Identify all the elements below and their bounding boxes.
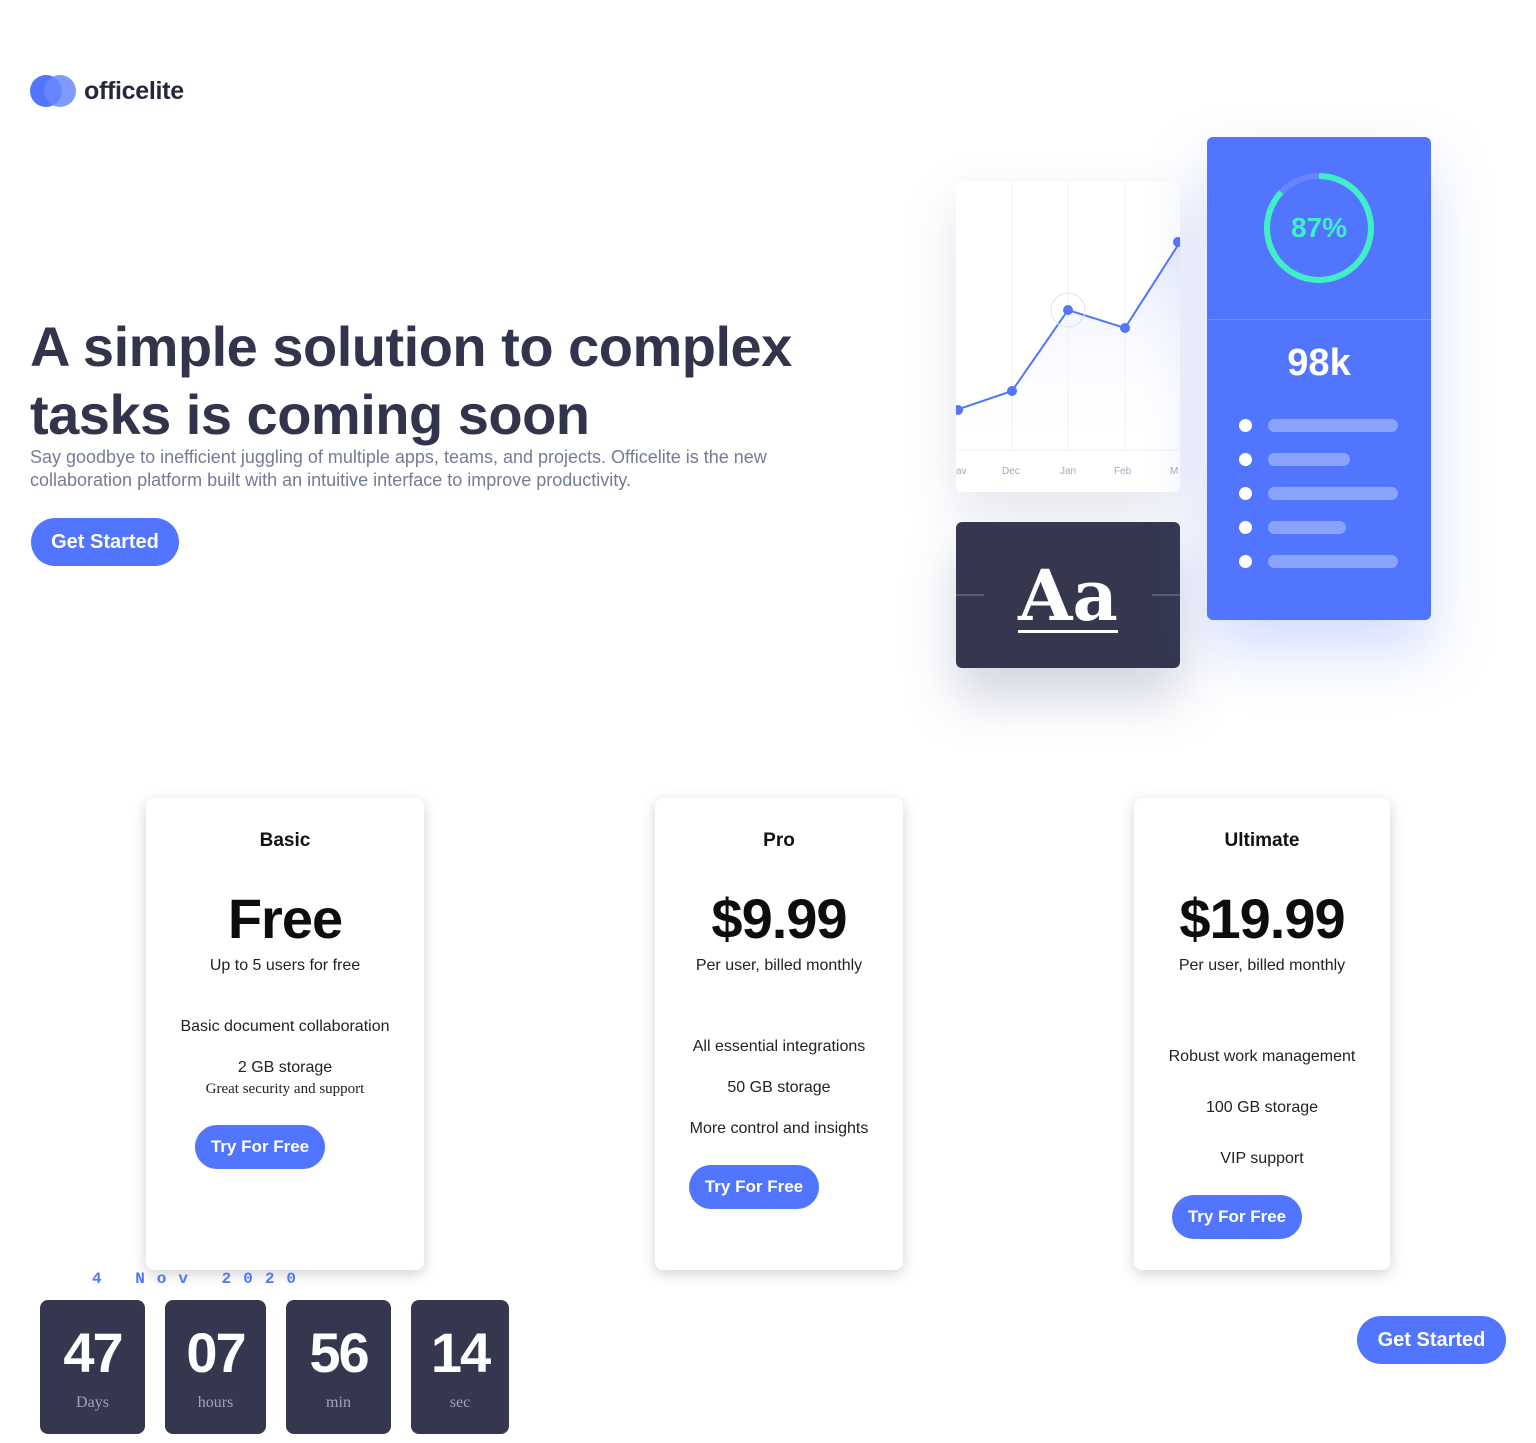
countdown-seconds: 14 sec bbox=[411, 1300, 509, 1434]
progress-percent-label: 87% bbox=[1290, 212, 1348, 243]
plan-feature: 2 GB storage bbox=[237, 1059, 333, 1076]
basic-try-free-button[interactable]: Try For Free bbox=[195, 1125, 325, 1169]
brand-logo[interactable]: officelite bbox=[30, 75, 184, 107]
plan-feature: Basic document collaboration bbox=[180, 1018, 390, 1035]
brand-name: officelite bbox=[84, 76, 184, 105]
plan-subtitle: Per user, billed monthly bbox=[695, 957, 863, 974]
countdown-unit-label: sec bbox=[449, 1394, 471, 1411]
plan-feature: 100 GB storage bbox=[1205, 1099, 1319, 1116]
hero-description: Say goodbye to inefficient juggling of m… bbox=[30, 447, 767, 490]
font-sample: Aa bbox=[1018, 553, 1118, 637]
illustration-chart-card: av Dec Jan Feb M bbox=[956, 182, 1180, 492]
chart-tick-label: Jan bbox=[1060, 466, 1076, 477]
countdown-unit-label: Days bbox=[76, 1394, 109, 1411]
stat-list-item bbox=[1239, 487, 1398, 500]
chart-tick-label: M bbox=[1170, 466, 1178, 477]
hero-get-started-button[interactable]: Get Started bbox=[31, 518, 179, 566]
chart-tick-label: Dec bbox=[1002, 466, 1020, 477]
chart-tick-label: Feb bbox=[1114, 466, 1132, 477]
illustration-font-card: Aa bbox=[956, 522, 1180, 668]
footer-get-started-button[interactable]: Get Started bbox=[1357, 1316, 1506, 1364]
logo-mark-icon bbox=[30, 75, 76, 107]
plan-feature: 50 GB storage bbox=[727, 1079, 831, 1096]
countdown-value: 07 bbox=[186, 1321, 246, 1384]
countdown-hours: 07 hours bbox=[165, 1300, 266, 1434]
chart-tick-label: av bbox=[956, 466, 967, 477]
countdown-unit-label: hours bbox=[197, 1394, 234, 1411]
illustration-line-chart: av Dec Jan Feb M bbox=[956, 182, 1180, 477]
countdown-minutes: 56 min bbox=[286, 1300, 391, 1434]
plan-name: Pro bbox=[763, 830, 795, 851]
plan-feature: All essential integrations bbox=[692, 1038, 866, 1055]
stat-list-item bbox=[1239, 419, 1398, 432]
countdown-unit-label: min bbox=[326, 1394, 351, 1411]
countdown-value: 47 bbox=[63, 1321, 123, 1384]
plan-price: Free bbox=[227, 887, 343, 950]
stat-divider bbox=[1207, 319, 1431, 320]
plan-card-ultimate: Ultimate $19.99 Per user, billed monthly… bbox=[1134, 798, 1390, 1270]
plan-card-pro: Pro $9.99 Per user, billed monthly All e… bbox=[655, 798, 903, 1270]
illustration-stat-card: 87% 98k bbox=[1207, 137, 1431, 620]
stat-list-item bbox=[1239, 453, 1350, 466]
stat-list-item bbox=[1239, 521, 1346, 534]
plan-price: $9.99 bbox=[711, 887, 847, 950]
plan-price: $19.99 bbox=[1179, 887, 1345, 950]
pro-try-free-button[interactable]: Try For Free bbox=[689, 1165, 819, 1209]
plan-feature: More control and insights bbox=[689, 1120, 869, 1137]
plan-feature: Great security and support bbox=[205, 1081, 365, 1097]
plan-subtitle: Up to 5 users for free bbox=[209, 957, 361, 974]
hero-title: A simple solution to complex tasks is co… bbox=[30, 315, 792, 446]
stat-list-item bbox=[1239, 555, 1398, 568]
countdown-date: 4 Nov 2020 bbox=[92, 1270, 309, 1288]
plan-name: Basic bbox=[259, 830, 311, 851]
plan-feature: VIP support bbox=[1220, 1150, 1304, 1167]
countdown-days: 47 Days bbox=[40, 1300, 145, 1434]
countdown-value: 56 bbox=[309, 1321, 369, 1384]
countdown-value: 14 bbox=[430, 1321, 491, 1384]
plan-card-basic: Basic Free Up to 5 users for free Basic … bbox=[146, 798, 424, 1270]
stat-value: 98k bbox=[1287, 342, 1351, 384]
ultimate-try-free-button[interactable]: Try For Free bbox=[1172, 1195, 1302, 1239]
plan-name: Ultimate bbox=[1224, 830, 1300, 851]
plan-feature: Robust work management bbox=[1168, 1048, 1356, 1065]
plan-subtitle: Per user, billed monthly bbox=[1178, 957, 1346, 974]
